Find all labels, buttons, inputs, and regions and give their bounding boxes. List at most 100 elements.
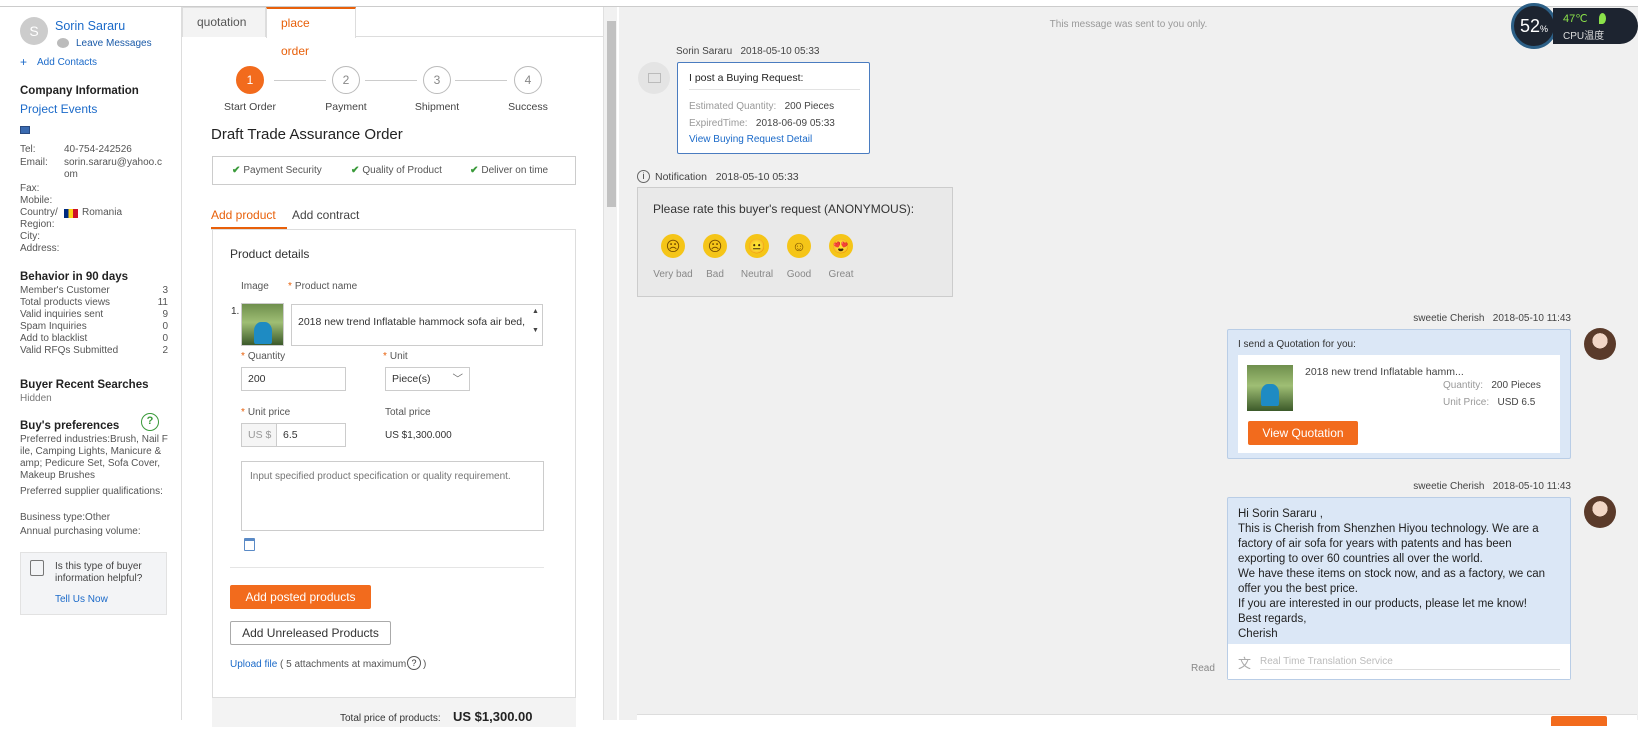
contact-row: Email: sorin.sararu@yahoo.c om	[20, 157, 170, 180]
behavior-value: 9	[162, 309, 168, 320]
subtab-add-contract[interactable]: Add contract	[292, 208, 359, 222]
step-number: 3	[423, 66, 451, 94]
quotation-unit-price: Unit Price: USD 6.5	[1443, 397, 1536, 408]
scroll-down-icon[interactable]: ▼	[532, 327, 539, 334]
guarantee-delivery: ✔ Deliver on time	[470, 165, 548, 176]
unit-price-label: * Unit price	[241, 407, 291, 418]
scroll-up-icon[interactable]: ▲	[532, 308, 539, 315]
total-price-label: Total price	[385, 407, 431, 418]
window-top-border	[0, 0, 1638, 7]
plus-icon: +	[20, 55, 28, 69]
expired-time: ExpiredTime: 2018-06-09 05:33	[689, 118, 835, 129]
buyer-name-link[interactable]: Sorin Sararu	[55, 19, 125, 33]
contact-label: Region:	[20, 219, 55, 230]
contact-row: Fax:	[20, 183, 170, 195]
product-thumbnail	[241, 303, 284, 346]
buying-request-title: I post a Buying Request:	[689, 72, 804, 84]
bad-face-icon[interactable]: ☹	[703, 234, 727, 258]
currency-prefix: US $	[241, 423, 277, 447]
spec-textarea[interactable]	[241, 461, 544, 531]
behavior-label: Valid inquiries sent	[20, 309, 104, 320]
trash-icon[interactable]	[244, 538, 255, 551]
annual-volume: Annual purchasing volume:	[20, 526, 141, 537]
total-products-label: Total price of products:	[340, 713, 441, 724]
tell-us-now-link[interactable]: Tell Us Now	[55, 594, 108, 605]
product-name-input[interactable]: 2018 new trend Inflatable hammock sofa a…	[291, 304, 543, 346]
contact-label: City:	[20, 231, 40, 242]
msg3-sender: sweetie Cherish 2018-05-10 11:43	[1413, 481, 1571, 492]
message-line: exporting to over 60 countries all over …	[1238, 553, 1483, 565]
translation-service[interactable]: Real Time Translation Service	[1260, 656, 1560, 670]
scrollbar-track[interactable]	[603, 7, 617, 720]
view-buying-request-link[interactable]: View Buying Request Detail	[689, 134, 812, 145]
project-events-link[interactable]: Project Events	[20, 102, 97, 116]
upload-file-link[interactable]: Upload file	[230, 659, 277, 670]
reply-box[interactable]	[637, 714, 1637, 734]
cpu-temp: 47℃	[1563, 13, 1588, 25]
contact-row: Mobile:	[20, 195, 170, 207]
send-button[interactable]	[1551, 716, 1607, 726]
col-image: Image	[241, 281, 269, 292]
tab-quotation[interactable]: quotation	[182, 7, 266, 37]
contact-label: Fax:	[20, 183, 40, 194]
msg1-sender: Sorin Sararu 2018-05-10 05:33	[676, 46, 820, 57]
message-line: offer you the best price.	[1238, 583, 1358, 595]
step-success: 4 Success	[498, 66, 558, 113]
message-line: If you are interested in our products, p…	[1238, 598, 1527, 610]
order-panel: quotation place order 1 Start Order 2 Paym…	[182, 7, 617, 727]
total-products-value: US $1,300.00	[453, 709, 533, 724]
quantity-label: * Quantity	[241, 351, 286, 362]
behavior-label: Total products views	[20, 297, 111, 308]
message-line: Best regards,	[1238, 613, 1307, 625]
step-label: Payment	[325, 101, 367, 113]
card-divider	[689, 89, 860, 90]
msg2-sender: sweetie Cherish 2018-05-10 11:43	[1413, 313, 1571, 324]
add-posted-products-button[interactable]: Add posted products	[230, 585, 371, 609]
preferences-text: Preferred industries:Brush, Nail File, C…	[20, 434, 168, 481]
good-face-icon[interactable]: ☺	[787, 234, 811, 258]
scrollbar-thumb[interactable]	[607, 21, 616, 207]
tab-place-order[interactable]: place order	[266, 7, 356, 58]
step-start-order: 1 Start Order	[220, 66, 280, 113]
step-label: Success	[508, 101, 548, 113]
contact-value: sorin.sararu@yahoo.c om	[64, 157, 162, 180]
behavior-label: Member's Customer	[20, 285, 110, 296]
subtab-add-product[interactable]: Add product	[211, 208, 287, 229]
quantity-input[interactable]: 200	[241, 367, 346, 391]
add-contacts-link[interactable]: Add Contacts	[37, 57, 97, 68]
behavior-row: Member's Customer 3	[20, 285, 168, 297]
product-details-heading: Product details	[230, 247, 310, 261]
very-bad-face-icon[interactable]: ☹	[661, 234, 685, 258]
leave-messages-link[interactable]: Leave Messages	[76, 38, 152, 49]
romania-flag-icon	[64, 209, 78, 218]
contact-row: City:	[20, 231, 170, 243]
seller-avatar	[1584, 328, 1616, 360]
add-unreleased-products-button[interactable]: Add Unreleased Products	[230, 621, 391, 645]
quotation-thumbnail	[1247, 365, 1293, 411]
neutral-face-icon[interactable]: 😐	[745, 234, 769, 258]
contact-row: Address:	[20, 243, 170, 255]
behavior-value: 2	[162, 345, 168, 356]
unit-select[interactable]: Piece(s) ﹀	[385, 367, 470, 391]
notification-icon: i	[637, 170, 650, 183]
contact-row: Country/Romania	[20, 207, 170, 219]
behavior-label: Valid RFQs Submitted	[20, 345, 119, 356]
info-icon[interactable]: ?	[407, 656, 421, 670]
rating-label: Great	[828, 269, 854, 280]
contact-label: Tel:	[20, 144, 36, 155]
order-title: Draft Trade Assurance Order	[211, 126, 403, 143]
col-product-name: * Product name	[288, 281, 358, 292]
great-face-icon[interactable]: 😍	[829, 234, 853, 258]
quotation-product-name: 2018 new trend Inflatable hamm...	[1305, 366, 1464, 378]
guarantee-label: Payment Security	[243, 165, 322, 176]
help-icon[interactable]: ?	[141, 413, 159, 431]
image-icon	[648, 73, 661, 83]
view-quotation-button[interactable]: View Quotation	[1248, 421, 1358, 445]
step-shipment: 3 Shipment	[407, 66, 467, 113]
rating-label: Very bad	[653, 269, 693, 280]
unit-price-input[interactable]: 6.5	[276, 423, 346, 447]
step-payment: 2 Payment	[316, 66, 376, 113]
quotation-intro: I send a Quotation for you:	[1238, 339, 1356, 350]
contact-label: Address:	[20, 243, 60, 254]
total-price-value: US $1,300.000	[385, 430, 452, 441]
